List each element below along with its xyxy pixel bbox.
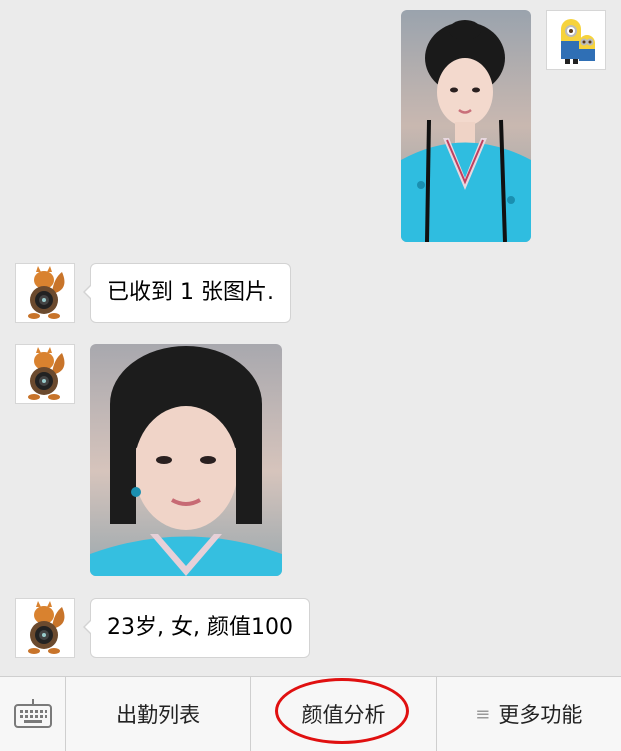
bot-avatar[interactable] (15, 263, 75, 323)
my-avatar[interactable] (546, 10, 606, 70)
received-text-bubble: 23岁, 女, 颜值100 (83, 598, 310, 658)
sent-photo[interactable] (401, 10, 531, 242)
bot-avatar[interactable] (15, 344, 75, 404)
menu-label: 更多功能 (498, 703, 583, 727)
menu-label: 颜值分析 (301, 703, 386, 727)
submenu-list-icon: ≡ (475, 703, 491, 725)
received-text: 23岁, 女, 颜值100 (107, 615, 293, 640)
received-photo[interactable] (90, 344, 282, 576)
chat-area: 已收到 1 张图片. 23岁, 女, 颜值100 (0, 0, 621, 676)
menu-face-score-analysis[interactable]: 颜值分析 (251, 677, 437, 751)
received-text: 已收到 1 张图片. (107, 280, 274, 305)
keyboard-icon (13, 699, 52, 728)
bot-avatar[interactable] (15, 598, 75, 658)
menu-attendance-list[interactable]: 出勤列表 (66, 677, 252, 751)
menu-more-functions[interactable]: ≡ 更多功能 (437, 677, 621, 751)
menu-label: 出勤列表 (116, 703, 201, 727)
bottom-menu-bar: 出勤列表 颜值分析 ≡ 更多功能 (0, 676, 621, 751)
received-text-bubble: 已收到 1 张图片. (83, 263, 291, 323)
keyboard-toggle-button[interactable] (0, 677, 66, 751)
